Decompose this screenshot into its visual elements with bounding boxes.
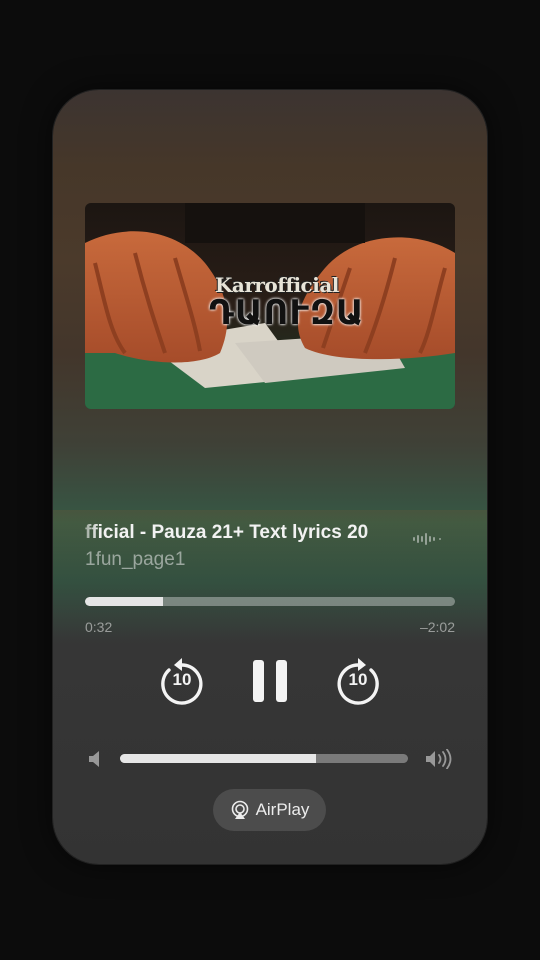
volume-slider[interactable] xyxy=(120,754,408,763)
screen: Karrofficial ԴԱՈՒԶԱ fficial - Pauza 21+ … xyxy=(0,0,540,960)
skip-back-seconds: 10 xyxy=(172,670,192,689)
speaker-icon xyxy=(89,751,99,767)
progress-slider[interactable] xyxy=(85,597,455,606)
airplay-icon xyxy=(231,800,248,819)
volume-fill xyxy=(120,754,316,763)
waveform-icon xyxy=(413,533,441,545)
elapsed-time: 0:32 xyxy=(85,619,113,635)
skip-back-button[interactable]: 10 xyxy=(157,654,207,706)
now-playing-card: Karrofficial ԴԱՈՒԶԱ fficial - Pauza 21+ … xyxy=(53,90,487,864)
pause-icon xyxy=(253,660,287,702)
airplay-label: AirPlay xyxy=(255,800,310,819)
pause-button[interactable] xyxy=(246,654,294,706)
speaker-wave-icon xyxy=(426,749,452,769)
skip-forward-seconds: 10 xyxy=(348,670,368,689)
airplay-button[interactable]: AirPlay xyxy=(213,789,326,831)
artist-name[interactable]: 1fun_page1 xyxy=(85,549,185,571)
progress-fill xyxy=(85,597,163,606)
artwork-logo-bottom: ԴԱՈՒԶԱ xyxy=(209,293,365,333)
album-artwork: Karrofficial ԴԱՈՒԶԱ xyxy=(85,203,455,409)
remaining-time: –2:02 xyxy=(419,619,455,635)
skip-forward-button[interactable]: 10 xyxy=(333,654,383,706)
track-info: fficial - Pauza 21+ Text lyrics 20 1fun_… xyxy=(85,522,455,582)
song-title[interactable]: fficial - Pauza 21+ Text lyrics 20 xyxy=(85,522,397,544)
